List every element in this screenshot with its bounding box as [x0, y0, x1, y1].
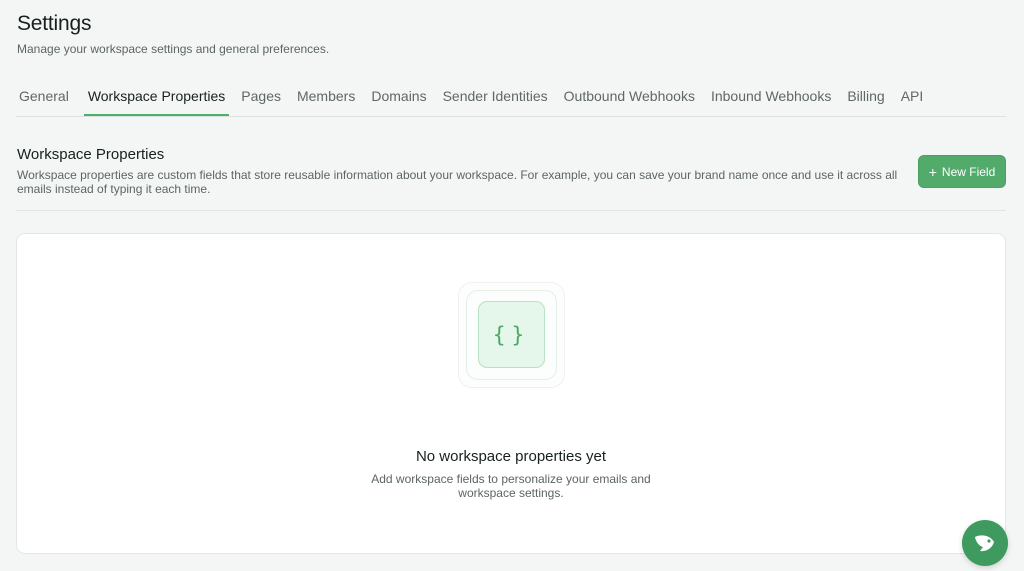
- new-field-label: New Field: [941, 164, 996, 179]
- plus-icon: +: [928, 163, 937, 180]
- empty-state-card: {} No workspace properties yet Add works…: [16, 233, 1006, 554]
- tab-pages[interactable]: Pages: [238, 80, 289, 116]
- empty-state-description-line-2: workspace settings.: [458, 486, 564, 500]
- tab-members[interactable]: Members: [294, 80, 363, 116]
- page-title: Settings: [17, 12, 92, 35]
- tab-inbound-webhooks[interactable]: Inbound Webhooks: [708, 80, 839, 116]
- section-description: Workspace properties are custom fields t…: [17, 168, 898, 196]
- braces-icon: {}: [478, 301, 545, 368]
- new-field-button[interactable]: + New Field: [918, 155, 1006, 188]
- tab-api[interactable]: API: [898, 80, 932, 116]
- settings-tabs: General Workspace Properties Pages Membe…: [16, 80, 1006, 117]
- empty-state-title: No workspace properties yet: [415, 448, 607, 465]
- settings-page: Settings Manage your workspace settings …: [0, 0, 1024, 571]
- tab-domains[interactable]: Domains: [368, 80, 434, 116]
- tab-billing[interactable]: Billing: [844, 80, 892, 116]
- section-divider: [16, 210, 1006, 211]
- tab-sender-identities[interactable]: Sender Identities: [440, 80, 556, 116]
- page-subtitle: Manage your workspace settings and gener…: [17, 42, 330, 56]
- braces-glyph: {}: [492, 322, 531, 347]
- section-title: Workspace Properties: [17, 146, 165, 163]
- chat-launcher-button[interactable]: [962, 520, 1008, 566]
- bird-chat-icon: [975, 535, 994, 552]
- empty-state-description-line-1: Add workspace fields to personalize your…: [371, 472, 651, 486]
- tab-general[interactable]: General: [16, 80, 77, 116]
- tab-workspace-properties[interactable]: Workspace Properties: [83, 80, 230, 116]
- tab-outbound-webhooks[interactable]: Outbound Webhooks: [561, 80, 703, 116]
- empty-state-description: Add workspace fields to personalize your…: [17, 472, 1005, 500]
